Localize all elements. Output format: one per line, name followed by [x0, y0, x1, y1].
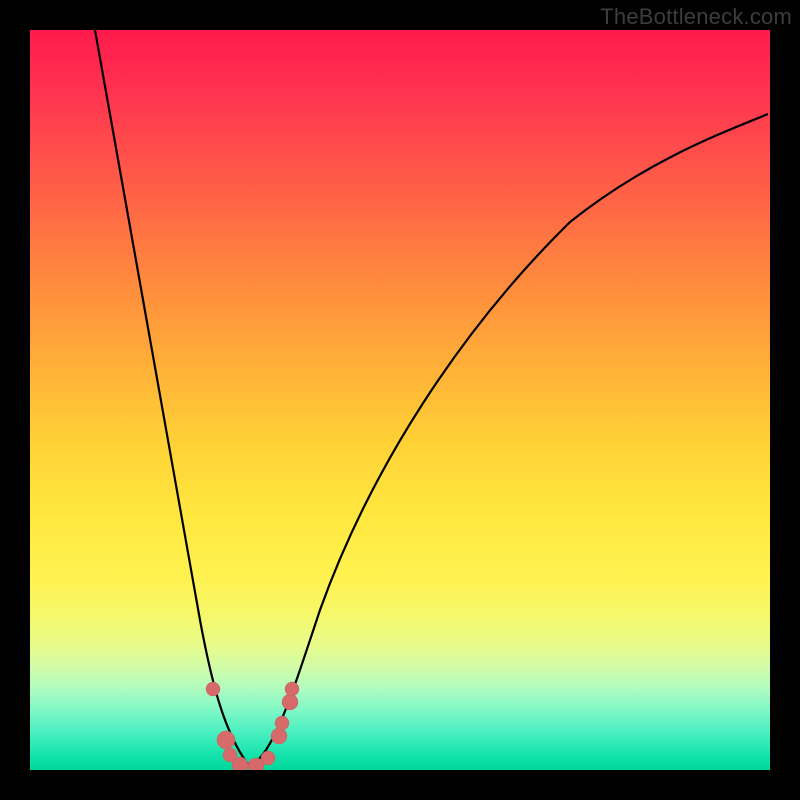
bottleneck-curve — [30, 30, 770, 770]
dot — [282, 694, 298, 710]
curve-right-branch — [250, 114, 768, 767]
dot — [206, 682, 220, 696]
dot — [261, 751, 275, 765]
dot — [275, 716, 289, 730]
plot-frame — [30, 30, 770, 770]
curve-left-branch — [95, 30, 250, 767]
watermark-text: TheBottleneck.com — [600, 4, 792, 30]
data-dots — [206, 682, 299, 770]
dot — [271, 728, 287, 744]
dot — [232, 757, 248, 770]
dot — [285, 682, 299, 696]
dot — [217, 731, 235, 749]
